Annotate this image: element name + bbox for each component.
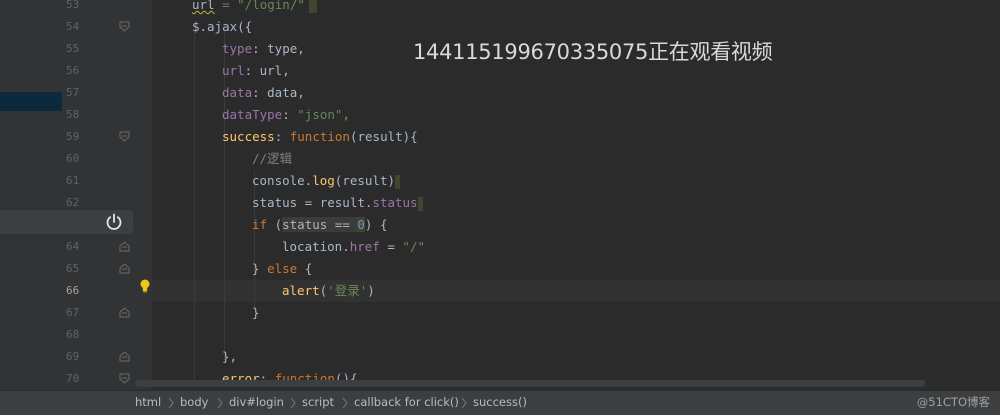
code-token: location.: [282, 239, 350, 254]
ide-editor-window: 53 54 55 56 57 58 59 60 61 62 63 64 65 6…: [0, 0, 1000, 415]
code-token: url: [222, 63, 245, 78]
code-token: 0: [357, 217, 365, 232]
line-number: 58: [66, 108, 80, 121]
caret-highlight: [308, 0, 317, 13]
code-token: :: [274, 129, 290, 144]
indent-guide: [194, 30, 195, 380]
code-line-67[interactable]: }: [252, 302, 260, 324]
breadcrumb-item-callback[interactable]: callback for click(): [354, 391, 459, 415]
code-line-57[interactable]: data: data,: [222, 82, 305, 104]
code-token: = "/login/": [214, 0, 305, 12]
code-line-56[interactable]: url: url,: [222, 60, 290, 82]
breadcrumb-item-body[interactable]: body: [180, 391, 208, 415]
line-number: 55: [66, 42, 80, 55]
code-token: data: [222, 85, 253, 100]
code-token: {: [297, 261, 313, 276]
code-token: (: [267, 217, 283, 232]
caret-highlight: [417, 196, 423, 211]
fold-marker-icon[interactable]: [119, 241, 130, 252]
code-line-64[interactable]: location.href = "/": [282, 236, 425, 258]
site-watermark: @51CTO博客: [916, 395, 990, 409]
code-line-59[interactable]: success: function(result){: [222, 126, 418, 148]
code-token: href: [349, 239, 380, 254]
line-number: 57: [66, 86, 80, 99]
code-token: =: [379, 239, 403, 254]
fold-marker-icon[interactable]: [119, 373, 130, 384]
power-icon[interactable]: [104, 212, 124, 232]
code-token: : url,: [244, 63, 290, 78]
code-token: "json": [297, 107, 343, 122]
fold-marker-icon[interactable]: [119, 21, 130, 32]
code-token: status: [372, 195, 418, 210]
code-token: success: [222, 129, 275, 144]
code-line-55[interactable]: type: type,: [222, 38, 305, 60]
code-token: (result){: [349, 129, 418, 144]
horizontal-scrollbar[interactable]: [135, 380, 925, 387]
code-line-66[interactable]: alert('登录'): [282, 280, 375, 302]
code-token: '登录': [327, 283, 368, 298]
code-line-65[interactable]: } else {: [252, 258, 312, 280]
code-line-58[interactable]: dataType: "json",: [222, 104, 350, 126]
caret-highlight: [395, 174, 401, 189]
code-token: ) {: [364, 217, 388, 232]
code-token: log: [312, 173, 335, 188]
chevron-right-icon: [217, 397, 223, 409]
code-line-63[interactable]: if (status == 0) {: [252, 214, 388, 236]
code-token: (result): [334, 173, 396, 188]
code-token: else: [267, 261, 298, 276]
chevron-right-icon: [290, 397, 296, 409]
line-number-current: 66: [66, 284, 80, 297]
code-token: ,: [342, 107, 350, 122]
line-number: 61: [66, 174, 80, 187]
code-token: status = result.: [252, 195, 373, 210]
fold-marker-icon[interactable]: [119, 131, 130, 142]
code-token: : data,: [252, 85, 305, 100]
code-line-69[interactable]: },: [222, 346, 237, 368]
code-token: : type,: [252, 41, 305, 56]
current-line-highlight: [152, 280, 1000, 302]
code-token: function: [289, 129, 350, 144]
code-token: ): [367, 283, 375, 298]
viewer-watermark: 144115199670335075正在观看视频: [413, 40, 773, 64]
breadcrumb: html body div#login script callback for …: [0, 390, 1000, 415]
breadcrumb-item-html[interactable]: html: [135, 391, 161, 415]
line-number: 60: [66, 152, 80, 165]
code-token: }: [252, 261, 268, 276]
chevron-right-icon: [342, 397, 348, 409]
code-line-60[interactable]: //逻辑: [252, 148, 292, 170]
chevron-right-icon: [168, 397, 174, 409]
code-token: status ==: [282, 217, 358, 232]
code-token: "/": [402, 239, 425, 254]
code-token: console.: [252, 173, 313, 188]
code-line-54[interactable]: $.ajax({: [192, 16, 252, 38]
breadcrumb-item-success[interactable]: success(): [473, 391, 527, 415]
fold-marker-icon[interactable]: [119, 351, 130, 362]
code-line-61[interactable]: console.log(result): [252, 170, 401, 192]
breadcrumb-item-div-login[interactable]: div#login: [229, 391, 284, 415]
line-number: 56: [66, 64, 80, 77]
code-token: if: [252, 217, 268, 232]
code-token: url: [192, 0, 215, 12]
breadcrumb-item-script[interactable]: script: [302, 391, 334, 415]
chevron-right-icon: [461, 397, 467, 409]
code-token: type: [222, 41, 253, 56]
code-token: alert: [282, 283, 320, 298]
code-token: :: [282, 107, 298, 122]
line-number: 53: [66, 0, 80, 11]
code-line-53[interactable]: url = "/login/": [192, 0, 317, 16]
code-token: dataType: [222, 107, 283, 122]
fold-marker-icon[interactable]: [119, 307, 130, 318]
code-line-62[interactable]: status = result.status: [252, 192, 423, 214]
fold-marker-icon[interactable]: [119, 263, 130, 274]
line-number: 68: [66, 328, 80, 341]
lightbulb-icon[interactable]: [139, 279, 151, 293]
